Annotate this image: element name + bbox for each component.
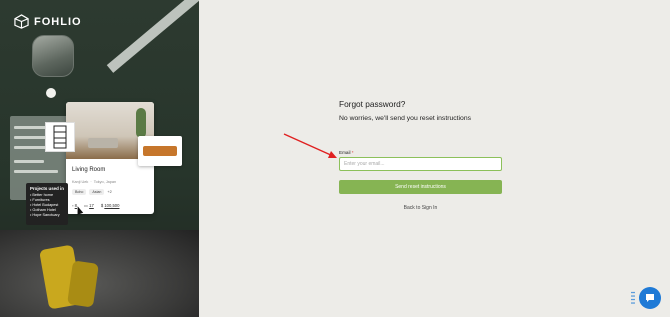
tag: Asian [89,189,105,195]
list-item: Hope Sanctuary [30,213,64,218]
projects-stat: ▭ 17 [84,203,94,208]
chat-button[interactable] [639,287,661,309]
back-to-sign-in-link[interactable]: Back to Sign In [339,205,502,211]
more-tags: +2 [107,190,112,194]
hero-panel: FOHLIO Living Room Kanji Uek · Tokyo, Ja… [0,0,199,317]
email-field[interactable] [339,157,502,171]
dollar-icon: $ [100,203,104,208]
page-title: Forgot password? [339,99,406,109]
product-thumbnail-shelf [45,122,75,152]
chat-bubble-icon [646,294,654,302]
brand-logo[interactable]: FOHLIO [14,14,82,29]
mirror-image [32,35,74,77]
tag: Boho [72,189,87,195]
required-mark: * [351,150,354,155]
email-label: Email * [339,150,354,155]
budget-stat: $ 100,500 [100,203,120,208]
page-subtitle: No worries, we'll send you reset instruc… [339,115,472,122]
brand-name: FOHLIO [34,15,82,28]
lamp-image [46,88,56,98]
calendar-icon: ▭ [84,203,88,208]
tooltip-title: Projects used in [30,186,64,191]
sofa-image [0,230,199,317]
wall-decoration [106,0,199,73]
project-tags: Boho Asian +2 [72,189,112,195]
project-title: Living Room [72,167,106,173]
logo-cube-icon [14,14,29,29]
drag-dots-icon[interactable] [631,291,635,305]
projects-tooltip: Projects used in Better home Furnitures … [26,183,68,225]
project-location: Kanji Uek · Tokyo, Japan [72,180,117,184]
send-reset-button[interactable]: Send reset instructions [339,180,502,194]
bookshelf-icon [53,125,67,149]
product-thumbnail-sofa [138,136,182,166]
